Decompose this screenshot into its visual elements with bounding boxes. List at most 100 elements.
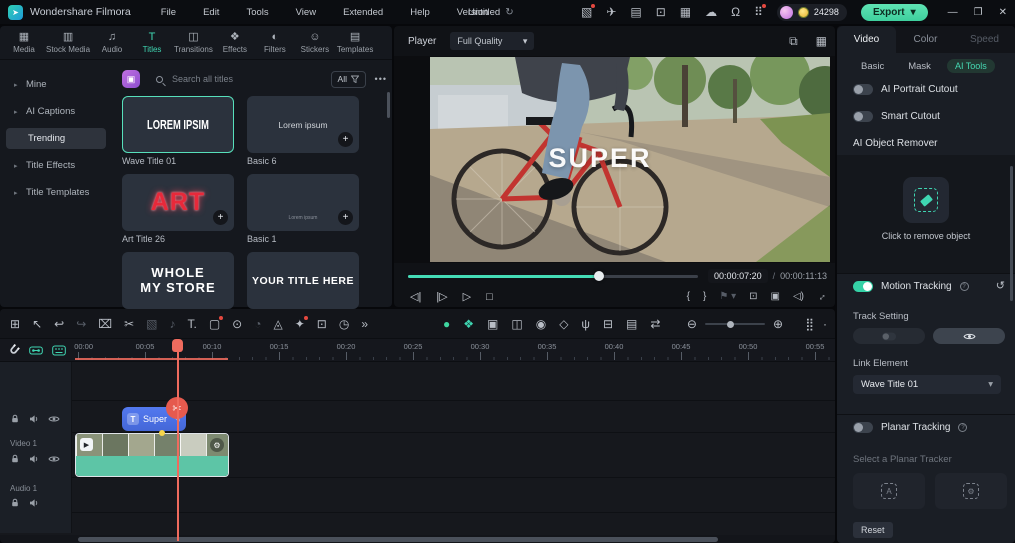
search-input[interactable] <box>170 73 280 85</box>
scene-detect-icon[interactable]: ⊟ <box>603 318 613 330</box>
fullscreen-icon[interactable]: ↔ <box>814 289 829 304</box>
info-icon[interactable]: ? <box>959 282 969 291</box>
track-manager-icon[interactable]: ⣿ <box>805 318 814 330</box>
marker-icon[interactable]: ⚑ ▾ <box>719 292 736 302</box>
zoom-slider-handle[interactable] <box>726 320 734 328</box>
link-element-select[interactable]: Wave Title 01 ▾ <box>853 375 1001 394</box>
denoise-icon[interactable]: ◇ <box>559 318 568 330</box>
keyframe-icon[interactable]: ❖ <box>463 318 474 330</box>
lock-icon[interactable] <box>10 414 20 424</box>
split-icon[interactable]: ✂ <box>124 318 134 330</box>
playhead-line[interactable] <box>177 340 179 541</box>
lock-icon[interactable] <box>10 454 20 464</box>
adjust-tool-icon[interactable]: ⊡ <box>317 318 327 330</box>
mark-out-icon[interactable]: } <box>703 292 706 302</box>
mark-in-icon[interactable]: { <box>687 292 690 302</box>
save-project-icon[interactable]: ▦ <box>680 6 691 18</box>
timeline-hscrollbar[interactable] <box>0 535 835 543</box>
support-headset-icon[interactable]: Ω <box>731 6 740 18</box>
track-visibility-button[interactable] <box>933 328 1005 344</box>
add-to-timeline-button[interactable]: + <box>338 132 353 147</box>
sidebar-item-mine[interactable]: ▸ Mine <box>6 74 106 95</box>
minimize-button[interactable]: — <box>948 7 958 18</box>
voiceover-icon[interactable]: ψ <box>581 318 590 330</box>
render-preview-icon[interactable]: ▤ <box>626 318 637 330</box>
project-sync-icon[interactable]: ↻ <box>505 7 513 18</box>
title-card-preview[interactable]: ART + <box>122 174 234 231</box>
display-device-icon[interactable]: ⊡ <box>656 6 666 18</box>
motion-tracking-tool-icon[interactable]: ● <box>443 318 450 330</box>
planar-tracking-toggle[interactable] <box>853 422 873 433</box>
link-clips-icon[interactable] <box>29 345 43 356</box>
mask-tool-icon[interactable]: ▢ <box>209 316 224 330</box>
sidebar-item-title-templates[interactable]: ▸ Title Templates <box>6 182 106 203</box>
tab-stickers[interactable]: ☺ Stickers <box>295 26 335 59</box>
apps-grid-icon[interactable]: ⠿ <box>754 4 766 18</box>
next-frame-button[interactable]: |▷ <box>436 291 447 303</box>
menu-file[interactable]: File <box>161 7 176 18</box>
video-preview[interactable]: SUPER <box>394 56 835 263</box>
volume-icon[interactable]: ◁) <box>793 292 804 302</box>
menu-edit[interactable]: Edit <box>203 7 219 18</box>
eye-icon[interactable] <box>48 455 60 463</box>
title-card[interactable]: LOREM IPSIM + Wave Title 01 <box>122 96 234 168</box>
export-doc-icon[interactable]: ▤ <box>630 6 641 18</box>
stop-button[interactable]: □ <box>486 291 493 303</box>
promotion-icon[interactable]: ▧ <box>581 4 596 18</box>
tab-templates[interactable]: ▤ Templates <box>335 26 375 59</box>
subtab-mask[interactable]: Mask <box>900 59 939 74</box>
title-card[interactable]: ART + Art Title 26 <box>122 174 234 246</box>
tab-audio[interactable]: ♫ Audio <box>92 26 132 59</box>
zoom-in-icon[interactable]: ⊕ <box>773 318 783 330</box>
record-icon[interactable]: ◉ <box>536 318 546 330</box>
share-icon[interactable]: ✈ <box>606 6 616 18</box>
timeline-hscrollbar-thumb[interactable] <box>78 536 718 542</box>
more-options-button[interactable]: ••• <box>375 74 387 84</box>
title-card-preview[interactable]: WHOLE MY STORE + <box>122 252 234 309</box>
prev-frame-button[interactable]: ◁| <box>410 291 421 303</box>
menu-tools[interactable]: Tools <box>246 7 268 18</box>
redo-icon[interactable]: ↪ <box>76 318 86 330</box>
subtab-basic[interactable]: Basic <box>853 59 892 74</box>
tab-video[interactable]: Video <box>837 26 896 53</box>
properties-scrollbar[interactable] <box>1010 166 1013 301</box>
menu-extended[interactable]: Extended <box>343 7 383 18</box>
chroma-key-icon[interactable]: ⊙ <box>232 318 242 330</box>
clip-settings-icon[interactable]: ⚙ <box>210 438 224 452</box>
clip-play-icon[interactable]: ▶ <box>80 438 93 451</box>
audio-stretch-icon[interactable]: ♪ <box>169 318 175 330</box>
seek-handle[interactable] <box>594 271 605 281</box>
lock-icon[interactable] <box>10 498 20 508</box>
ai-magic-icon[interactable]: ✦ <box>295 316 308 330</box>
title-card-preview[interactable]: LOREM IPSIM + <box>122 96 234 153</box>
sidebar-item-ai-captions[interactable]: ▸ AI Captions <box>6 101 106 122</box>
sidebar-item-trending[interactable]: ▸ Trending <box>6 128 106 149</box>
eye-icon[interactable] <box>48 415 60 423</box>
motion-tracking-toggle[interactable] <box>853 281 873 292</box>
close-button[interactable]: ✕ <box>999 7 1007 18</box>
multi-view-icon[interactable]: ⧉ <box>789 35 798 47</box>
tab-speed[interactable]: Speed <box>955 26 1014 53</box>
add-to-timeline-button[interactable]: + <box>338 210 353 225</box>
export-button[interactable]: Export ▾ <box>860 3 928 21</box>
sidebar-item-title-effects[interactable]: ▸ Title Effects <box>6 155 106 176</box>
mute-icon[interactable] <box>29 414 39 424</box>
toolbar-overflow-icon[interactable]: · <box>823 318 827 330</box>
crop-icon[interactable]: ▧ <box>146 318 157 330</box>
add-to-timeline-button[interactable]: + <box>213 210 228 225</box>
seek-bar[interactable] <box>408 271 698 281</box>
account-pill[interactable]: 24298 <box>776 3 847 21</box>
select-tool-icon[interactable]: ↖ <box>32 318 42 330</box>
keyboard-shortcut-icon[interactable] <box>52 345 66 356</box>
preview-media-icon[interactable]: ▦ <box>816 35 827 47</box>
keyframe-marker[interactable] <box>159 430 165 436</box>
info-icon[interactable]: ? <box>958 423 968 432</box>
avatar[interactable] <box>779 5 793 19</box>
subtab-ai-tools[interactable]: AI Tools <box>946 59 995 73</box>
playhead-pin[interactable] <box>172 339 183 352</box>
tracker-manual-box[interactable]: ⚙ <box>935 473 1007 509</box>
cloud-upload-icon[interactable]: ☁ <box>705 6 717 18</box>
mute-icon[interactable] <box>29 454 39 464</box>
menu-view[interactable]: View <box>296 7 316 18</box>
zoom-out-icon[interactable]: ⊖ <box>687 318 697 330</box>
